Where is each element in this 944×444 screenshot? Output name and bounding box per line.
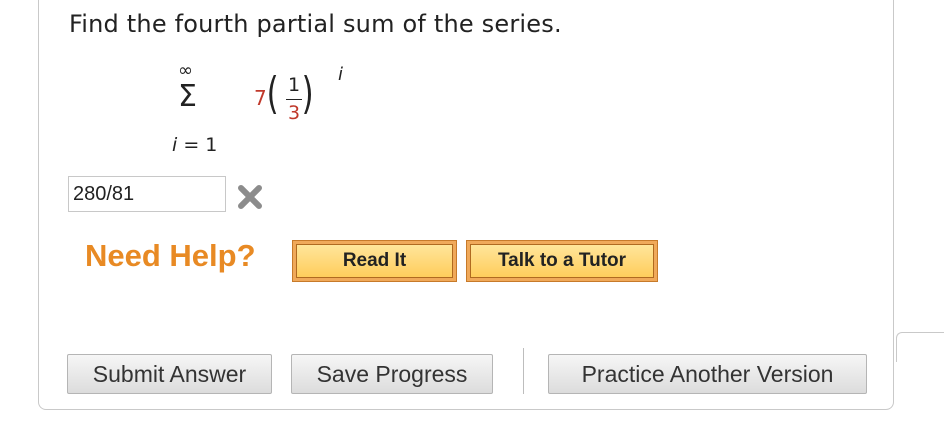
talk-to-tutor-label: Talk to a Tutor bbox=[470, 244, 654, 278]
fraction-bar bbox=[286, 99, 302, 100]
exponent: i bbox=[338, 64, 344, 85]
lower-equals: = 1 bbox=[177, 134, 218, 156]
question-text: Find the fourth partial sum of the serie… bbox=[69, 10, 562, 38]
series-expression: ∞ Σ i = 1 7 ( 1 3 ) i bbox=[168, 60, 368, 160]
need-help-label: Need Help? bbox=[85, 238, 256, 273]
fraction-denominator: 3 bbox=[288, 102, 301, 124]
next-panel-edge bbox=[896, 332, 944, 362]
practice-another-version-button[interactable]: Practice Another Version bbox=[548, 354, 867, 394]
button-separator bbox=[523, 348, 524, 394]
save-progress-button[interactable]: Save Progress bbox=[291, 354, 493, 394]
coefficient: 7 bbox=[254, 86, 267, 110]
talk-to-tutor-button[interactable]: Talk to a Tutor bbox=[466, 240, 658, 282]
lower-limit: i = 1 bbox=[172, 134, 217, 156]
wrong-x-icon bbox=[238, 185, 262, 209]
right-paren: ) bbox=[301, 68, 314, 119]
upper-limit: ∞ bbox=[178, 60, 193, 81]
fraction-numerator: 1 bbox=[288, 74, 301, 96]
read-it-button[interactable]: Read It bbox=[292, 240, 457, 282]
sigma-symbol: Σ bbox=[178, 79, 197, 114]
submit-answer-button[interactable]: Submit Answer bbox=[67, 354, 272, 394]
answer-input[interactable] bbox=[68, 176, 226, 212]
read-it-label: Read It bbox=[296, 244, 453, 278]
left-paren: ( bbox=[266, 68, 279, 119]
